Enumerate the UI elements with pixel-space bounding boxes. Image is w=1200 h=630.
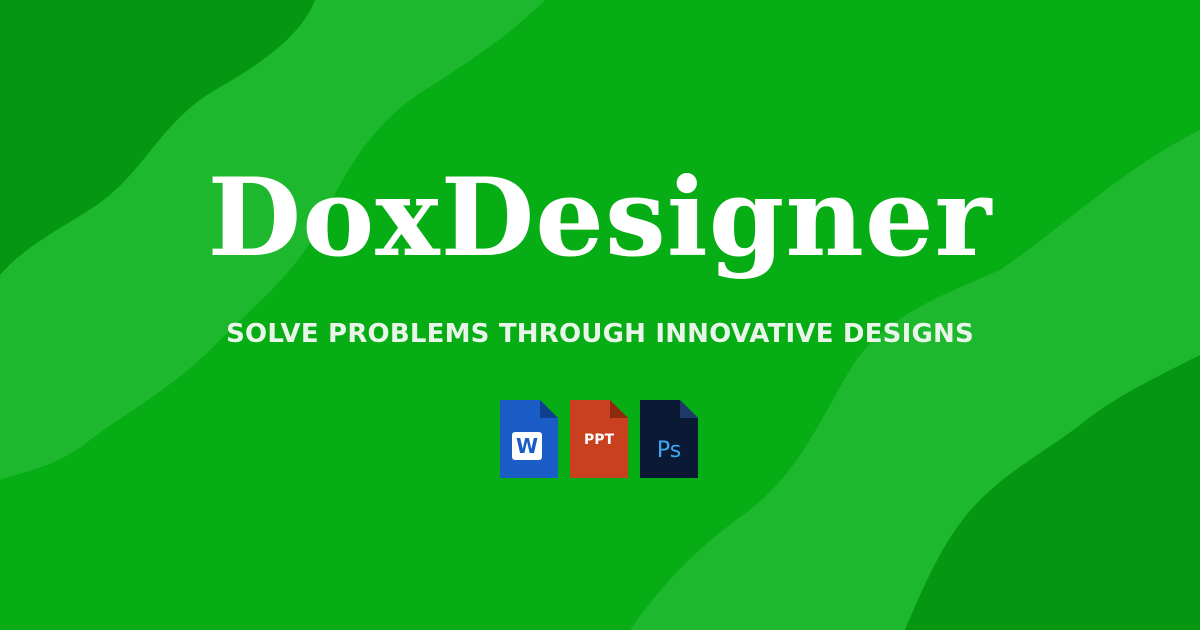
word-badge: W — [512, 432, 542, 460]
file-format-icons: W PPT Ps — [500, 400, 700, 480]
brand-tagline: SOLVE PROBLEMS THROUGH INNOVATIVE DESIGN… — [226, 319, 974, 349]
powerpoint-file-icon: PPT — [570, 400, 628, 478]
hero-banner: DoxDesigner SOLVE PROBLEMS THROUGH INNOV… — [0, 0, 1200, 630]
word-file-icon: W — [500, 400, 558, 478]
brand-title: DoxDesigner — [207, 155, 993, 281]
photoshop-file-icon: Ps — [640, 400, 698, 478]
ps-icon-label: Ps — [656, 438, 682, 463]
word-icon-label: W — [515, 434, 539, 458]
wave-background — [0, 0, 1200, 630]
ppt-icon-label: PPT — [583, 432, 615, 448]
